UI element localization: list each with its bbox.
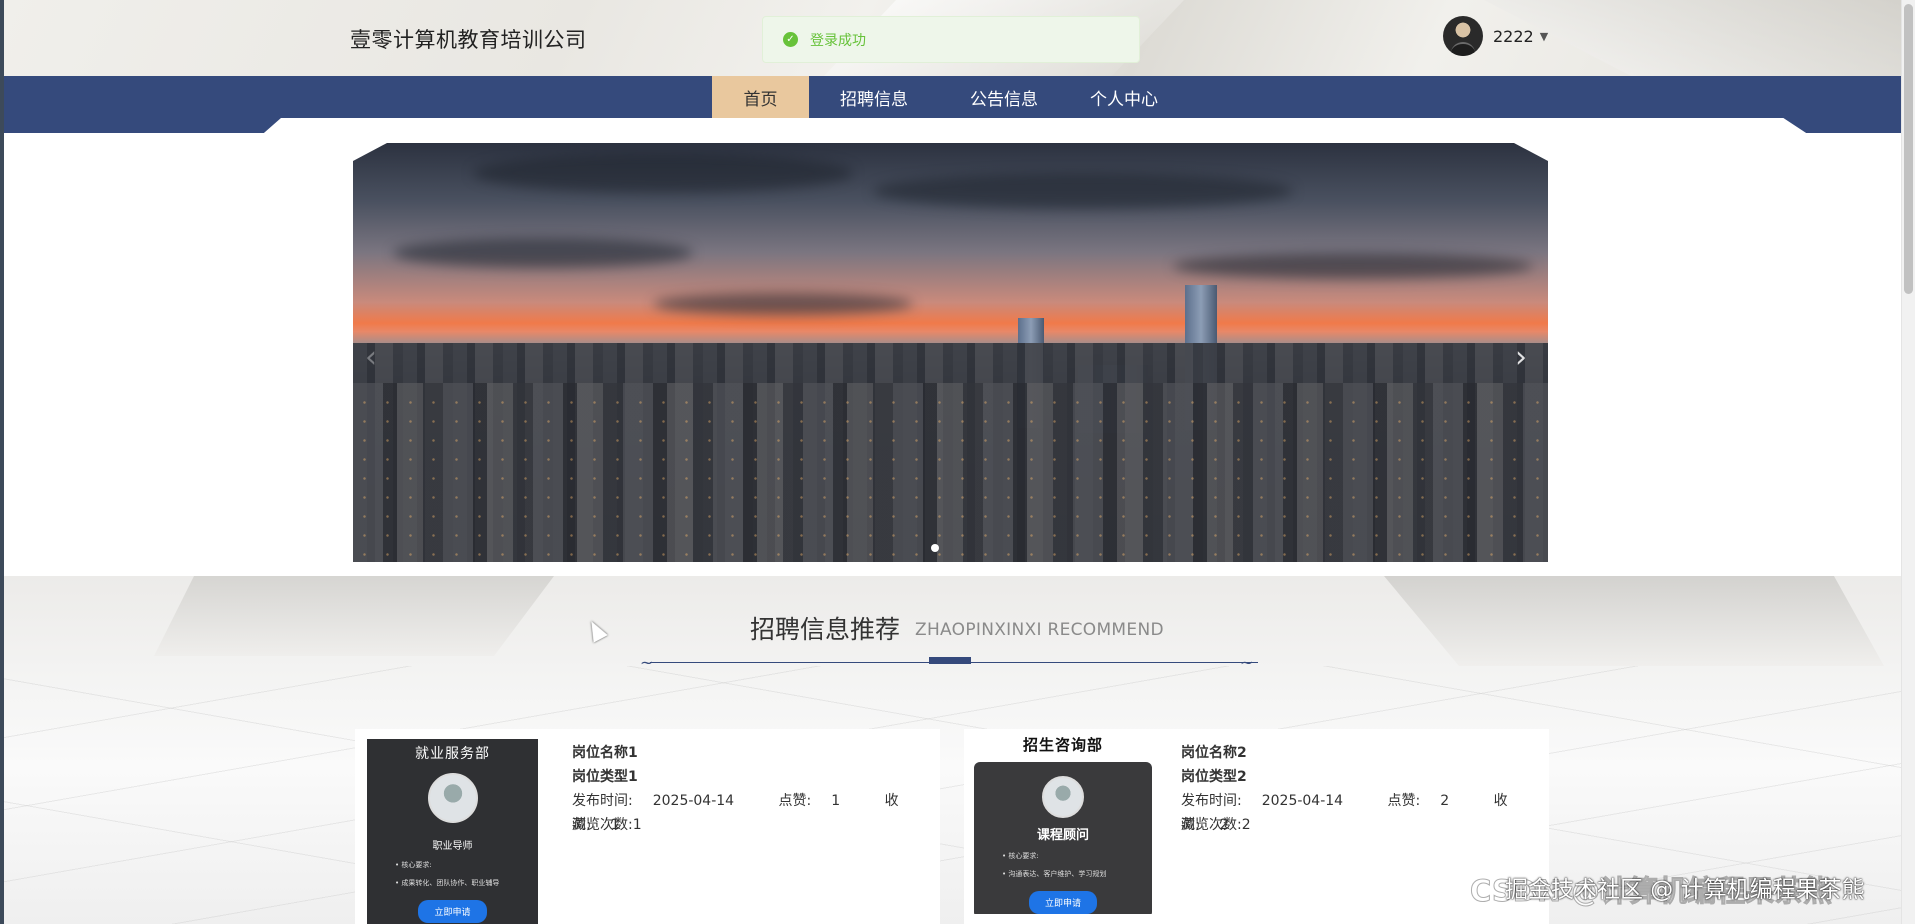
site-title: 壹零计算机教育培训公司 <box>350 28 587 52</box>
divider-swirl-icon: ~ <box>1240 653 1254 672</box>
user-name[interactable]: 2222 <box>1493 27 1534 46</box>
main-nav: 首页 招聘信息 公告信息 个人中心 <box>712 76 1179 118</box>
likes-label: 点赞: <box>778 793 812 809</box>
views-value: 2 <box>1241 817 1251 833</box>
carousel-indicator-dot[interactable] <box>931 544 939 552</box>
check-circle-icon: ✓ <box>783 32 798 47</box>
poster-apply-button: 立即申请 <box>418 900 487 923</box>
banner-city-lights <box>353 393 1548 562</box>
banner-cloud <box>473 153 853 193</box>
view-count: 浏览次数:2 <box>1181 813 1549 837</box>
page-scrollbar[interactable] <box>1901 0 1915 924</box>
banner-cloud <box>653 293 913 315</box>
publish-label: 发布时间: <box>572 793 633 809</box>
poster-apply-button: 立即申请 <box>1028 891 1097 914</box>
job-info: 岗位名称2 岗位类型2 发布时间: 2025-04-14 点赞: 2 收藏: 2 浏览… <box>1181 741 1549 837</box>
banner-carousel[interactable] <box>353 143 1548 562</box>
views-value: 1 <box>632 817 642 833</box>
banner-cloud <box>873 173 1293 209</box>
job-card[interactable]: 招生咨询部 课程顾问 • 核心要求: • 沟通表达、客户维护、学习规划 立即申请… <box>964 729 1549 924</box>
job-poster-image[interactable]: 招生咨询部 课程顾问 • 核心要求: • 沟通表达、客户维护、学习规划 立即申请 <box>974 729 1152 914</box>
likes-label: 点赞: <box>1387 793 1421 809</box>
poster-line: • 核心要求: <box>1002 852 1039 860</box>
carousel-prev-icon[interactable]: ‹ <box>365 340 377 375</box>
poster-avatar <box>1042 776 1084 818</box>
poster-line: • 核心要求: <box>395 861 432 869</box>
login-success-toast: ✓ 登录成功 <box>762 16 1140 63</box>
views-label: 浏览次数: <box>1181 817 1242 833</box>
job-info: 岗位名称1 岗位类型1 发布时间: 2025-04-14 点赞: 1 收藏: 1 浏览… <box>572 741 940 837</box>
publish-date: 2025-04-14 <box>1261 793 1344 809</box>
poster-title: 招生咨询部 <box>1022 736 1103 754</box>
section-divider-mark <box>929 657 971 664</box>
job-card[interactable]: 就业服务部 职业导师 • 核心要求: • 成果转化、团队协作、职业辅导 立即申请… <box>355 729 940 924</box>
likes-value: 2 <box>1440 793 1450 809</box>
watermark: 掘金技术社区 @ 计算机编程果茶熊 <box>1505 877 1865 903</box>
poster-role: 课程顾问 <box>1036 828 1089 843</box>
job-meta: 发布时间: 2025-04-14 点赞: 1 收藏: 1 <box>572 789 940 833</box>
section-bg-shard <box>1384 576 1884 666</box>
poster-role: 职业导师 <box>432 841 473 852</box>
poster-line: • 成果转化、团队协作、职业辅导 <box>395 879 500 887</box>
publish-time: 发布时间: 2025-04-14 <box>1181 793 1363 809</box>
nav-item-personal-center[interactable]: 个人中心 <box>1069 76 1179 118</box>
likes-value: 1 <box>831 793 841 809</box>
toast-message: 登录成功 <box>810 32 866 49</box>
publish-time: 发布时间: 2025-04-14 <box>572 793 754 809</box>
nav-item-recruitment[interactable]: 招聘信息 <box>809 76 939 118</box>
section-subtitle: ZHAOPINXINXI RECOMMEND <box>915 620 1164 640</box>
like-count: 点赞: 1 <box>779 793 861 809</box>
views-label: 浏览次数: <box>572 817 633 833</box>
carousel-next-icon[interactable]: › <box>1515 340 1527 375</box>
job-type: 岗位类型2 <box>1181 769 1247 785</box>
like-count: 点赞: 2 <box>1388 793 1470 809</box>
job-type: 岗位类型1 <box>572 769 638 785</box>
banner-cloud <box>1173 253 1533 279</box>
job-name[interactable]: 岗位名称1 <box>572 741 940 765</box>
nav-item-home[interactable]: 首页 <box>712 76 809 118</box>
publish-date: 2025-04-14 <box>652 793 735 809</box>
caret-down-icon[interactable]: ▼ <box>1540 30 1548 43</box>
nav-item-announcements[interactable]: 公告信息 <box>939 76 1069 118</box>
poster-avatar <box>427 773 478 823</box>
avatar[interactable] <box>1443 16 1483 56</box>
banner-cloud <box>393 238 693 268</box>
view-count: 浏览次数:1 <box>572 813 940 837</box>
section-bg-shard <box>154 576 554 656</box>
section-title: 招聘信息推荐 <box>750 615 901 644</box>
poster-line: • 沟通表达、客户维护、学习规划 <box>1002 870 1107 878</box>
nav-bar-trim <box>4 118 1901 133</box>
publish-label: 发布时间: <box>1181 793 1242 809</box>
job-poster-image[interactable]: 就业服务部 职业导师 • 核心要求: • 成果转化、团队协作、职业辅导 立即申请 <box>367 739 538 924</box>
user-menu[interactable]: 2222 ▼ <box>1443 16 1548 56</box>
job-meta: 发布时间: 2025-04-14 点赞: 2 收藏: 2 <box>1181 789 1549 833</box>
poster-panel: 课程顾问 • 核心要求: • 沟通表达、客户维护、学习规划 立即申请 <box>974 762 1152 914</box>
scrollbar-thumb[interactable] <box>1904 4 1913 294</box>
poster-title: 就业服务部 <box>415 746 490 762</box>
job-name[interactable]: 岗位名称2 <box>1181 741 1549 765</box>
